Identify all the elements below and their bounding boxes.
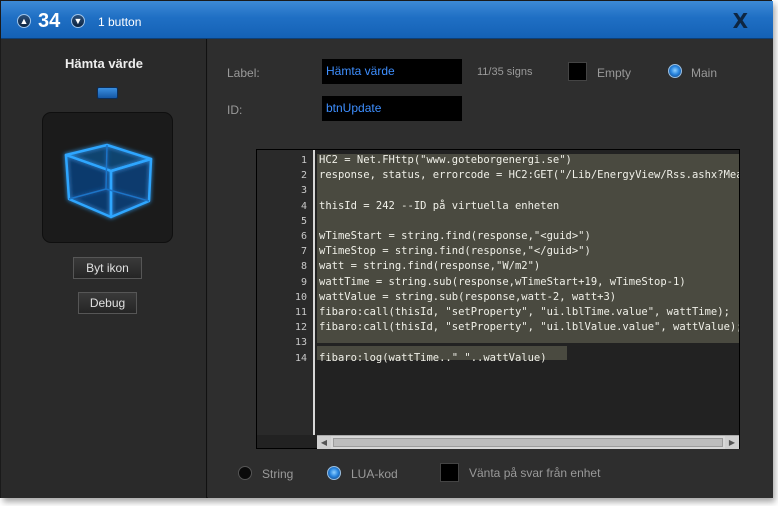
line-number: 5	[300, 215, 307, 227]
line-number: 8	[300, 261, 307, 273]
horizontal-scrollbar[interactable]: ◀ ▶	[317, 435, 739, 449]
code-area[interactable]: HC2 = Net.FHttp("www.goteborgenergi.se")…	[317, 150, 739, 435]
scroll-left-icon[interactable]: ◀	[317, 436, 331, 449]
device-number: 34	[38, 10, 61, 32]
code-line: response, status, errorcode = HC2:GET("/…	[319, 169, 739, 182]
label-input[interactable]: Hämta värde	[322, 59, 462, 84]
lua-radio[interactable]	[327, 466, 341, 480]
main-radio[interactable]	[668, 64, 682, 78]
line-number: 11	[294, 307, 307, 318]
code-line: wTimeStart = string.find(response,"<guid…	[319, 230, 591, 242]
button-editor-window: ▲ 34 ▼ 1 button X Hämta värde Byt ikon D…	[0, 0, 773, 498]
change-icon-button[interactable]: Byt ikon	[73, 257, 142, 279]
scroll-right-icon[interactable]: ▶	[725, 436, 739, 449]
line-number-gutter: 1 2 3 4 5 6 7 8 9 10 11 12 13 14	[257, 150, 315, 435]
code-line: wTimeStop = string.find(response,"</guid…	[319, 245, 591, 258]
string-label: String	[262, 467, 294, 481]
line-number: 13	[294, 337, 307, 349]
id-input[interactable]: btnUpdate	[322, 96, 462, 121]
code-line: wattValue = string.sub(response,watt-2, …	[319, 290, 617, 303]
sidebar: Hämta värde Byt ikon Debug	[1, 39, 207, 498]
main-label: Main	[691, 66, 718, 80]
line-number: 2	[300, 170, 307, 182]
empty-label: Empty	[597, 66, 632, 80]
3d-cube-icon	[64, 143, 153, 219]
sign-counter: 11/35 signs	[477, 66, 533, 78]
line-number: 12	[294, 322, 307, 334]
line-number: 3	[300, 185, 307, 197]
line-number: 10	[294, 291, 307, 303]
lua-label: LUA-kod	[351, 467, 398, 481]
close-icon[interactable]: X	[733, 9, 748, 33]
scrollbar-thumb[interactable]	[333, 438, 723, 447]
code-line: thisId = 242 --ID på virtuella enheten	[319, 199, 560, 212]
line-number: 1	[300, 155, 307, 166]
chevron-up-icon[interactable]: ▲	[17, 14, 31, 28]
code-line: watt = string.find(response,"W/m2")	[319, 260, 541, 273]
code-line: fibaro:log(wattTime.." "..wattValue)	[319, 351, 547, 364]
code-line: HC2 = Net.FHttp("www.goteborgenergi.se")	[319, 154, 572, 166]
line-number: 9	[300, 276, 307, 288]
line-number: 7	[300, 246, 307, 258]
button-title: Hämta värde	[64, 56, 144, 71]
code-editor[interactable]: 1 2 3 4 5 6 7 8 9 10 11 12 13 14 HC2 = Net.FHttp("www…	[256, 149, 740, 449]
line-number: 14	[294, 352, 307, 364]
icon-preview	[42, 112, 173, 243]
code-line: wattTime = string.sub(response,wTimeStar…	[319, 275, 686, 288]
line-number: 4	[300, 200, 307, 212]
debug-button[interactable]: Debug	[78, 292, 137, 314]
string-radio[interactable]	[238, 466, 252, 480]
title-bar: ▲ 34 ▼ 1 button X	[1, 1, 773, 39]
button-count: 1 button	[98, 15, 142, 29]
status-indicator	[97, 87, 118, 99]
label-caption: Label:	[227, 66, 260, 80]
line-number: 6	[300, 231, 307, 242]
wait-response-checkbox[interactable]	[440, 463, 459, 482]
code-line: fibaro:call(thisId, "setProperty", "ui.l…	[319, 321, 739, 334]
code-line: fibaro:call(thisId, "setProperty", "ui.l…	[319, 306, 730, 318]
chevron-down-icon[interactable]: ▼	[71, 14, 85, 28]
main-panel: Label: Hämta värde 11/35 signs Empty Mai…	[208, 39, 773, 498]
wait-response-label: Vänta på svar från enhet	[469, 466, 601, 480]
id-caption: ID:	[227, 103, 243, 117]
empty-checkbox[interactable]	[568, 62, 587, 81]
